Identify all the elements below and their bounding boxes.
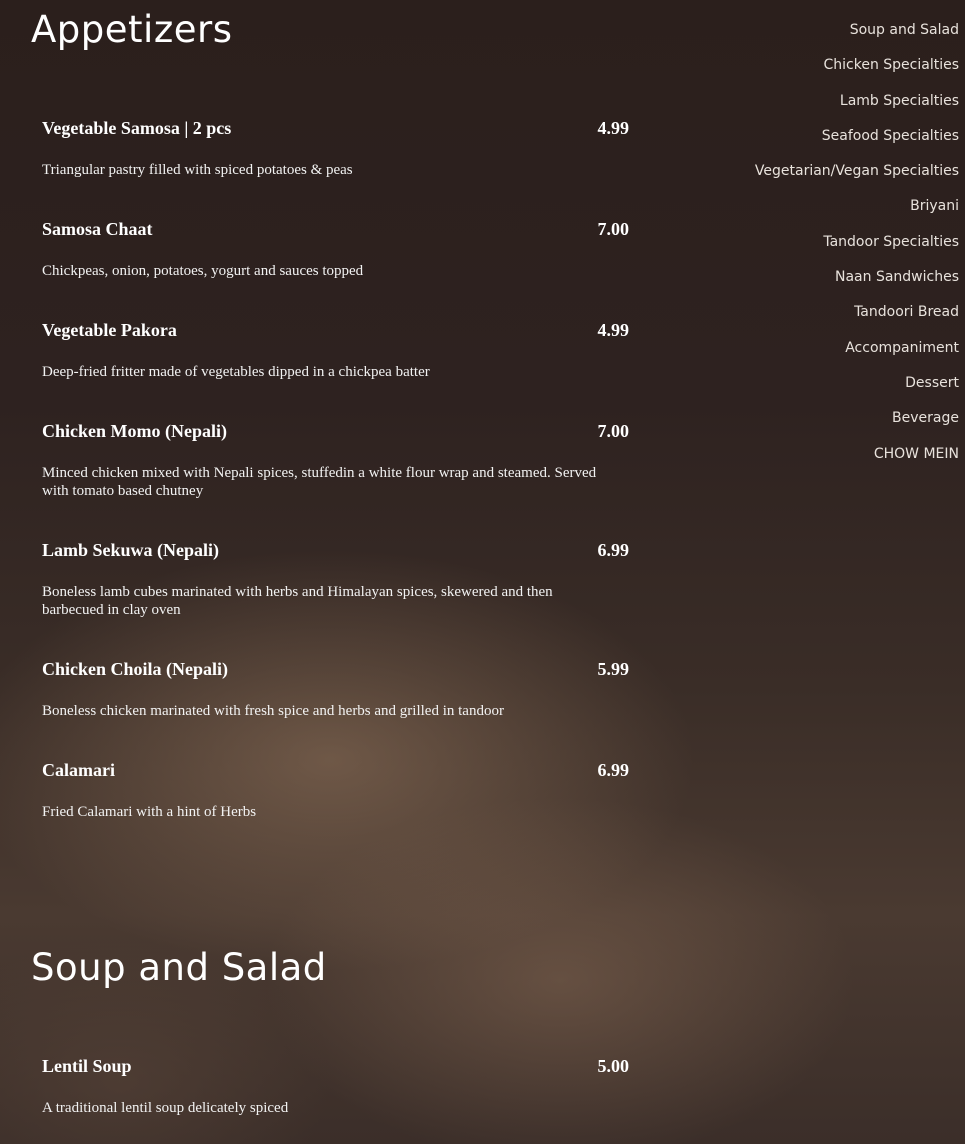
menu-item: Chicken Choila (Nepali) 5.99 Boneless ch…	[42, 659, 629, 760]
section-title-soup-and-salad: Soup and Salad	[31, 946, 327, 989]
item-description: Fried Calamari with a hint of Herbs	[42, 804, 257, 820]
item-description: Boneless lamb cubes marinated with herbs…	[42, 584, 553, 618]
nav-link-briyani[interactable]: Briyani	[719, 196, 959, 231]
item-name: Vegetable Pakora	[42, 320, 177, 340]
appetizers-list: Vegetable Samosa | 2 pcs 4.99 Triangular…	[42, 118, 629, 821]
item-price: 5.99	[597, 659, 630, 679]
menu-item: Vegetable Samosa | 2 pcs 4.99 Triangular…	[42, 118, 629, 219]
menu-item: Chicken Momo (Nepali) 7.00 Minced chicke…	[42, 421, 629, 540]
item-name: Lentil Soup	[42, 1056, 132, 1076]
nav-link-naan-sandwiches[interactable]: Naan Sandwiches	[719, 267, 959, 302]
nav-link-tandoori-bread[interactable]: Tandoori Bread	[719, 302, 959, 337]
item-price: 7.00	[597, 421, 630, 441]
menu-item: Lamb Sekuwa (Nepali) 6.99 Boneless lamb …	[42, 540, 629, 659]
item-price: 4.99	[597, 118, 630, 138]
item-description: Chickpeas, onion, potatoes, yogurt and s…	[42, 263, 364, 279]
item-description: Boneless chicken marinated with fresh sp…	[42, 703, 504, 719]
nav-link-beverage[interactable]: Beverage	[719, 408, 959, 443]
menu-item: Lentil Soup 5.00 A traditional lentil so…	[42, 1056, 629, 1117]
soup-and-salad-list: Lentil Soup 5.00 A traditional lentil so…	[42, 1056, 629, 1117]
item-price: 6.99	[597, 760, 630, 780]
menu-item: Samosa Chaat 7.00 Chickpeas, onion, pota…	[42, 219, 629, 320]
nav-link-dessert[interactable]: Dessert	[719, 373, 959, 408]
item-name: Calamari	[42, 760, 115, 780]
item-name: Lamb Sekuwa (Nepali)	[42, 540, 220, 560]
item-description: Deep-fried fritter made of vegetables di…	[42, 364, 430, 380]
nav-link-accompaniment[interactable]: Accompaniment	[719, 338, 959, 373]
nav-link-lamb-specialties[interactable]: Lamb Specialties	[719, 91, 959, 126]
nav-link-vegetarian-vegan-specialties[interactable]: Vegetarian/Vegan Specialties	[719, 161, 959, 196]
item-name: Chicken Momo (Nepali)	[42, 421, 227, 441]
nav-link-chicken-specialties[interactable]: Chicken Specialties	[719, 55, 959, 90]
item-name: Chicken Choila (Nepali)	[42, 659, 229, 679]
section-title-appetizers: Appetizers	[31, 8, 233, 51]
item-price: 7.00	[597, 219, 630, 239]
item-description: A traditional lentil soup delicately spi…	[42, 1100, 289, 1116]
item-name: Vegetable Samosa | 2 pcs	[42, 118, 232, 138]
nav-link-soup-and-salad[interactable]: Soup and Salad	[719, 20, 959, 55]
nav-link-seafood-specialties[interactable]: Seafood Specialties	[719, 126, 959, 161]
item-price: 5.00	[597, 1056, 630, 1076]
item-name: Samosa Chaat	[42, 219, 153, 239]
item-description: Minced chicken mixed with Nepali spices,…	[42, 465, 597, 499]
item-price: 6.99	[597, 540, 630, 560]
nav-link-tandoor-specialties[interactable]: Tandoor Specialties	[719, 232, 959, 267]
item-price: 4.99	[597, 320, 630, 340]
category-nav: Soup and Salad Chicken Specialties Lamb …	[719, 20, 959, 479]
menu-item: Vegetable Pakora 4.99 Deep-fried fritter…	[42, 320, 629, 421]
item-description: Triangular pastry filled with spiced pot…	[42, 162, 353, 178]
nav-link-chow-mein[interactable]: CHOW MEIN	[719, 444, 959, 479]
menu-item: Calamari 6.99 Fried Calamari with a hint…	[42, 760, 629, 821]
